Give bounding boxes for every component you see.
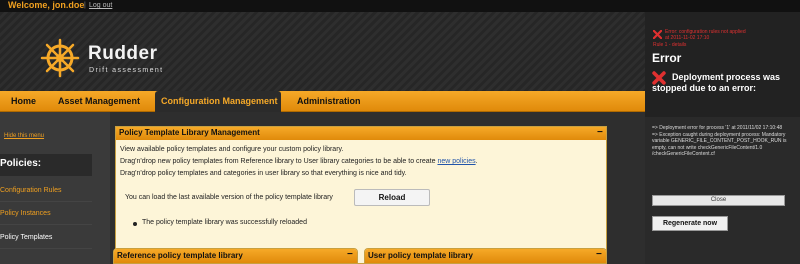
nav-configuration-management[interactable]: Configuration Management [161, 91, 278, 112]
bullet-icon [133, 222, 137, 226]
user-library-title: User policy template library [368, 251, 473, 260]
deployment-message: Deployment process was stopped due to an… [652, 72, 781, 93]
description-line2: Drag'n'drop new policy templates from Re… [120, 158, 478, 165]
description-line2-end: . [475, 158, 478, 165]
close-button[interactable]: Close [652, 195, 785, 206]
card-header: Policy Template Library Management − [116, 127, 606, 140]
user-library-card: User policy template library − [364, 248, 607, 264]
policy-library-card: Policy Template Library Management − Vie… [115, 126, 607, 264]
brand-tagline: Drift assessment [89, 67, 164, 74]
description-line1: View available policy templates and conf… [120, 146, 344, 153]
steering-wheel-logo [40, 38, 80, 78]
nav-administration[interactable]: Administration [297, 91, 361, 112]
description-line2-text: Drag'n'drop new policy templates from Re… [120, 158, 436, 165]
main-content: Policy Template Library Management − Vie… [110, 112, 645, 264]
header: Rudder Drift assessment [0, 12, 645, 91]
error-notice-line3[interactable]: Rule 1 - details [653, 42, 686, 48]
sidebar: Hide this menu Policies: Configuration R… [0, 112, 110, 264]
user-library-header: User policy template library − [365, 249, 606, 263]
nav-asset-management[interactable]: Asset Management [58, 91, 140, 112]
brand-name: Rudder [88, 43, 158, 64]
logout-link[interactable]: Log out [89, 1, 112, 10]
reference-library-card: Reference policy template library − [113, 248, 358, 264]
nav-home[interactable]: Home [11, 91, 36, 112]
error-notice-line2: at 2011-11-02 17:10 [665, 35, 710, 41]
error-details: => Deployment error for process '1' at 2… [652, 125, 787, 157]
collapse-icon[interactable]: − [347, 250, 353, 260]
new-policies-link[interactable]: new policies [437, 158, 475, 165]
main-nav: Home Asset Management Configuration Mana… [0, 91, 645, 112]
hide-menu-link[interactable]: Hide this menu [4, 133, 44, 139]
description-line3: Drag'n'drop policy templates and categor… [120, 170, 407, 177]
sidebar-item-configuration-rules[interactable]: Configuration Rules [0, 180, 92, 202]
card-title: Policy Template Library Management [119, 128, 260, 137]
reload-text: You can load the last available version … [125, 194, 333, 201]
sidebar-item-policy-templates[interactable]: Policy Templates [0, 227, 92, 249]
collapse-icon[interactable]: − [596, 250, 602, 260]
sidebar-item-policy-instances[interactable]: Policy Instances [0, 203, 92, 225]
logout-separator: | [84, 2, 86, 9]
collapse-icon[interactable]: − [597, 128, 603, 138]
welcome-text: Welcome, jon.doe [8, 0, 85, 10]
sidebar-title: Policies: [0, 158, 42, 169]
reference-library-header: Reference policy template library − [114, 249, 357, 263]
error-notice: Error: configuration rules not applied a… [665, 29, 795, 41]
regenerate-now-button[interactable]: Regenerate now [652, 216, 728, 231]
error-x-icon [653, 30, 662, 39]
reference-library-title: Reference policy template library [117, 251, 243, 260]
error-panel: Error: configuration rules not applied a… [645, 12, 800, 264]
error-title: Error [652, 51, 682, 65]
reload-button[interactable]: Reload [354, 189, 430, 206]
welcome-bar: Welcome, jon.doe | Log out [0, 0, 800, 12]
success-message: The policy template library was successf… [142, 219, 307, 226]
